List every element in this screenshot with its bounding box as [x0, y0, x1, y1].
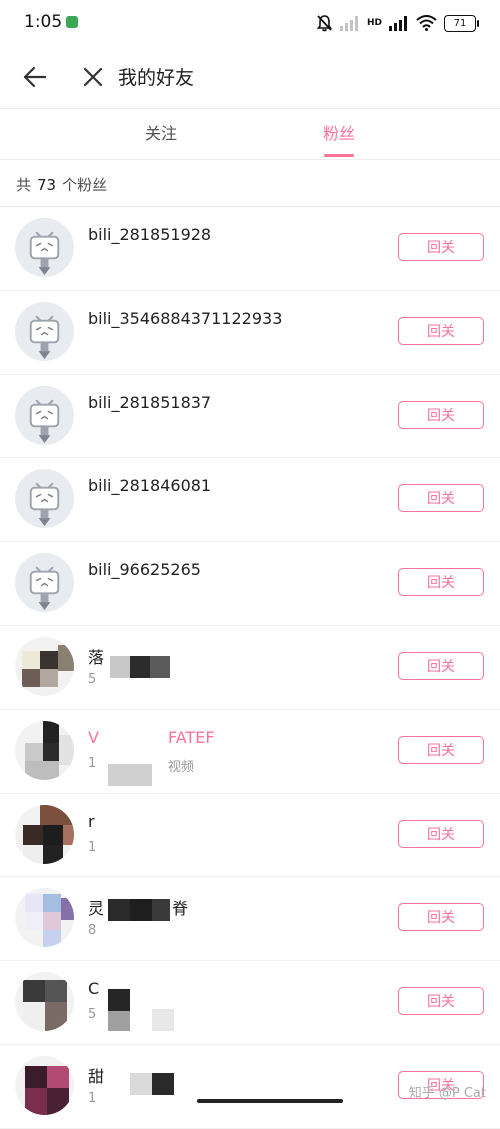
fan-name[interactable]: r: [88, 812, 95, 831]
follow-back-button[interactable]: 回关: [398, 819, 484, 848]
censor-block: [130, 899, 152, 922]
network-hd-label: HD: [366, 18, 382, 28]
avatar[interactable]: [15, 888, 74, 948]
fan-subtitle: 8: [88, 923, 97, 939]
follow-back-button[interactable]: 回关: [398, 651, 484, 680]
fan-name[interactable]: 灵: [88, 895, 104, 919]
fan-subtitle: 1: [88, 755, 97, 771]
status-time: 1:05: [24, 12, 63, 32]
follow-back-button[interactable]: 回关: [398, 568, 484, 597]
follow-back-button[interactable]: 回关: [398, 987, 484, 1016]
default-tv-avatar-icon[interactable]: [15, 385, 74, 445]
censor-block: [130, 655, 150, 678]
fan-row[interactable]: bili_281851837 回关: [0, 375, 500, 459]
battery-icon: 71: [444, 14, 479, 32]
fans-count-suffix: 个粉丝: [62, 176, 108, 194]
fan-subtitle: 5: [88, 671, 97, 687]
censor-block: [130, 1072, 152, 1095]
fan-name[interactable]: 落: [88, 644, 104, 668]
watermark: 知乎 @P Cat: [408, 1086, 486, 1101]
avatar[interactable]: [15, 720, 74, 780]
follow-back-button[interactable]: 回关: [398, 735, 484, 764]
fan-subtitle: 5: [88, 1007, 97, 1023]
fans-count: 共 73 个粉丝: [16, 174, 107, 195]
censor-block: [108, 989, 130, 1012]
tv-icon: [29, 231, 60, 276]
tv-icon: [29, 399, 60, 443]
fan-name[interactable]: bili_3546884371122933: [88, 309, 282, 328]
follow-back-button[interactable]: 回关: [398, 233, 484, 261]
fan-name[interactable]: 甜: [88, 1063, 104, 1087]
censor-block: [108, 1011, 130, 1032]
tab-bar: 关注 粉丝: [0, 109, 500, 160]
fan-name-tail: FATEF: [168, 727, 215, 747]
fan-name[interactable]: bili_281851928: [88, 225, 211, 244]
fan-name[interactable]: bili_281846081: [88, 476, 211, 495]
avatar[interactable]: [15, 972, 74, 1032]
signal-weak-icon: [339, 16, 358, 31]
default-tv-avatar-icon[interactable]: [15, 553, 74, 613]
fan-row[interactable]: bili_3546884371122933 回关: [0, 291, 500, 375]
active-tab-indicator: [324, 154, 354, 157]
wifi-icon: [416, 15, 437, 31]
back-arrow-icon: [23, 66, 47, 88]
tv-icon: [29, 566, 60, 611]
default-tv-avatar-icon[interactable]: [15, 301, 74, 361]
follow-back-button[interactable]: 回关: [398, 903, 484, 932]
censor-block: [152, 899, 170, 922]
fans-list: bili_281851928 回关 bili_3546884371122933 …: [0, 207, 500, 1129]
censor-block: [152, 1072, 174, 1095]
page-title: 我的好友: [118, 67, 195, 89]
close-button[interactable]: [78, 62, 108, 92]
fan-name[interactable]: bili_96625265: [88, 560, 201, 579]
fan-row[interactable]: bili_281846081 回关: [0, 458, 500, 543]
tv-icon: [29, 483, 60, 527]
app-notification-icon: [66, 16, 78, 28]
censor-block: [108, 763, 152, 786]
status-icons: HD 71: [316, 12, 479, 34]
tab-following[interactable]: 关注: [101, 109, 221, 159]
fan-row[interactable]: bili_281851928 回关: [0, 207, 500, 291]
close-icon: [83, 67, 103, 87]
censor-block: [110, 655, 130, 678]
fan-subtitle: 1: [88, 1090, 97, 1106]
top-app-bar: 我的好友: [0, 46, 500, 109]
fan-name[interactable]: V: [88, 728, 99, 747]
avatar[interactable]: [15, 1055, 74, 1115]
fan-row[interactable]: V FATEF 1 视频 回关: [0, 710, 500, 794]
follow-back-button[interactable]: 回关: [398, 316, 484, 345]
fans-count-bar: 共 73 个粉丝: [0, 160, 500, 207]
fans-count-prefix: 共: [16, 176, 32, 194]
fan-row[interactable]: r 1 回关: [0, 794, 500, 878]
fan-row[interactable]: 落 5 回关: [0, 626, 500, 710]
mute-bell-icon: [316, 15, 333, 32]
avatar[interactable]: [15, 804, 74, 864]
follow-back-button[interactable]: 回关: [398, 400, 484, 429]
fan-subtitle-tail: 视频: [168, 759, 195, 775]
default-tv-avatar-icon[interactable]: [15, 218, 74, 277]
signal-strong-icon: [389, 16, 407, 31]
censor-block: [150, 655, 170, 678]
fan-name[interactable]: bili_281851837: [88, 393, 211, 412]
avatar[interactable]: [15, 636, 74, 696]
tv-icon: [29, 315, 60, 359]
fan-subtitle: 1: [88, 839, 97, 855]
home-indicator[interactable]: [197, 1099, 343, 1103]
fans-count-number: 73: [37, 176, 57, 194]
fan-name-tail: 脊: [172, 899, 189, 919]
fan-row[interactable]: bili_96625265 回关: [0, 542, 500, 626]
censor-block: [108, 899, 130, 922]
fan-row[interactable]: 灵 脊 8 回关: [0, 877, 500, 962]
fan-row[interactable]: C 5 回关: [0, 961, 500, 1045]
status-bar: 1:05 HD 71: [0, 0, 500, 46]
back-button[interactable]: [20, 62, 50, 92]
default-tv-avatar-icon[interactable]: [15, 469, 74, 529]
fan-name[interactable]: C: [88, 979, 99, 998]
follow-back-button[interactable]: 回关: [398, 484, 484, 513]
censor-block: [152, 1009, 174, 1032]
tab-fans[interactable]: 粉丝: [279, 109, 399, 159]
